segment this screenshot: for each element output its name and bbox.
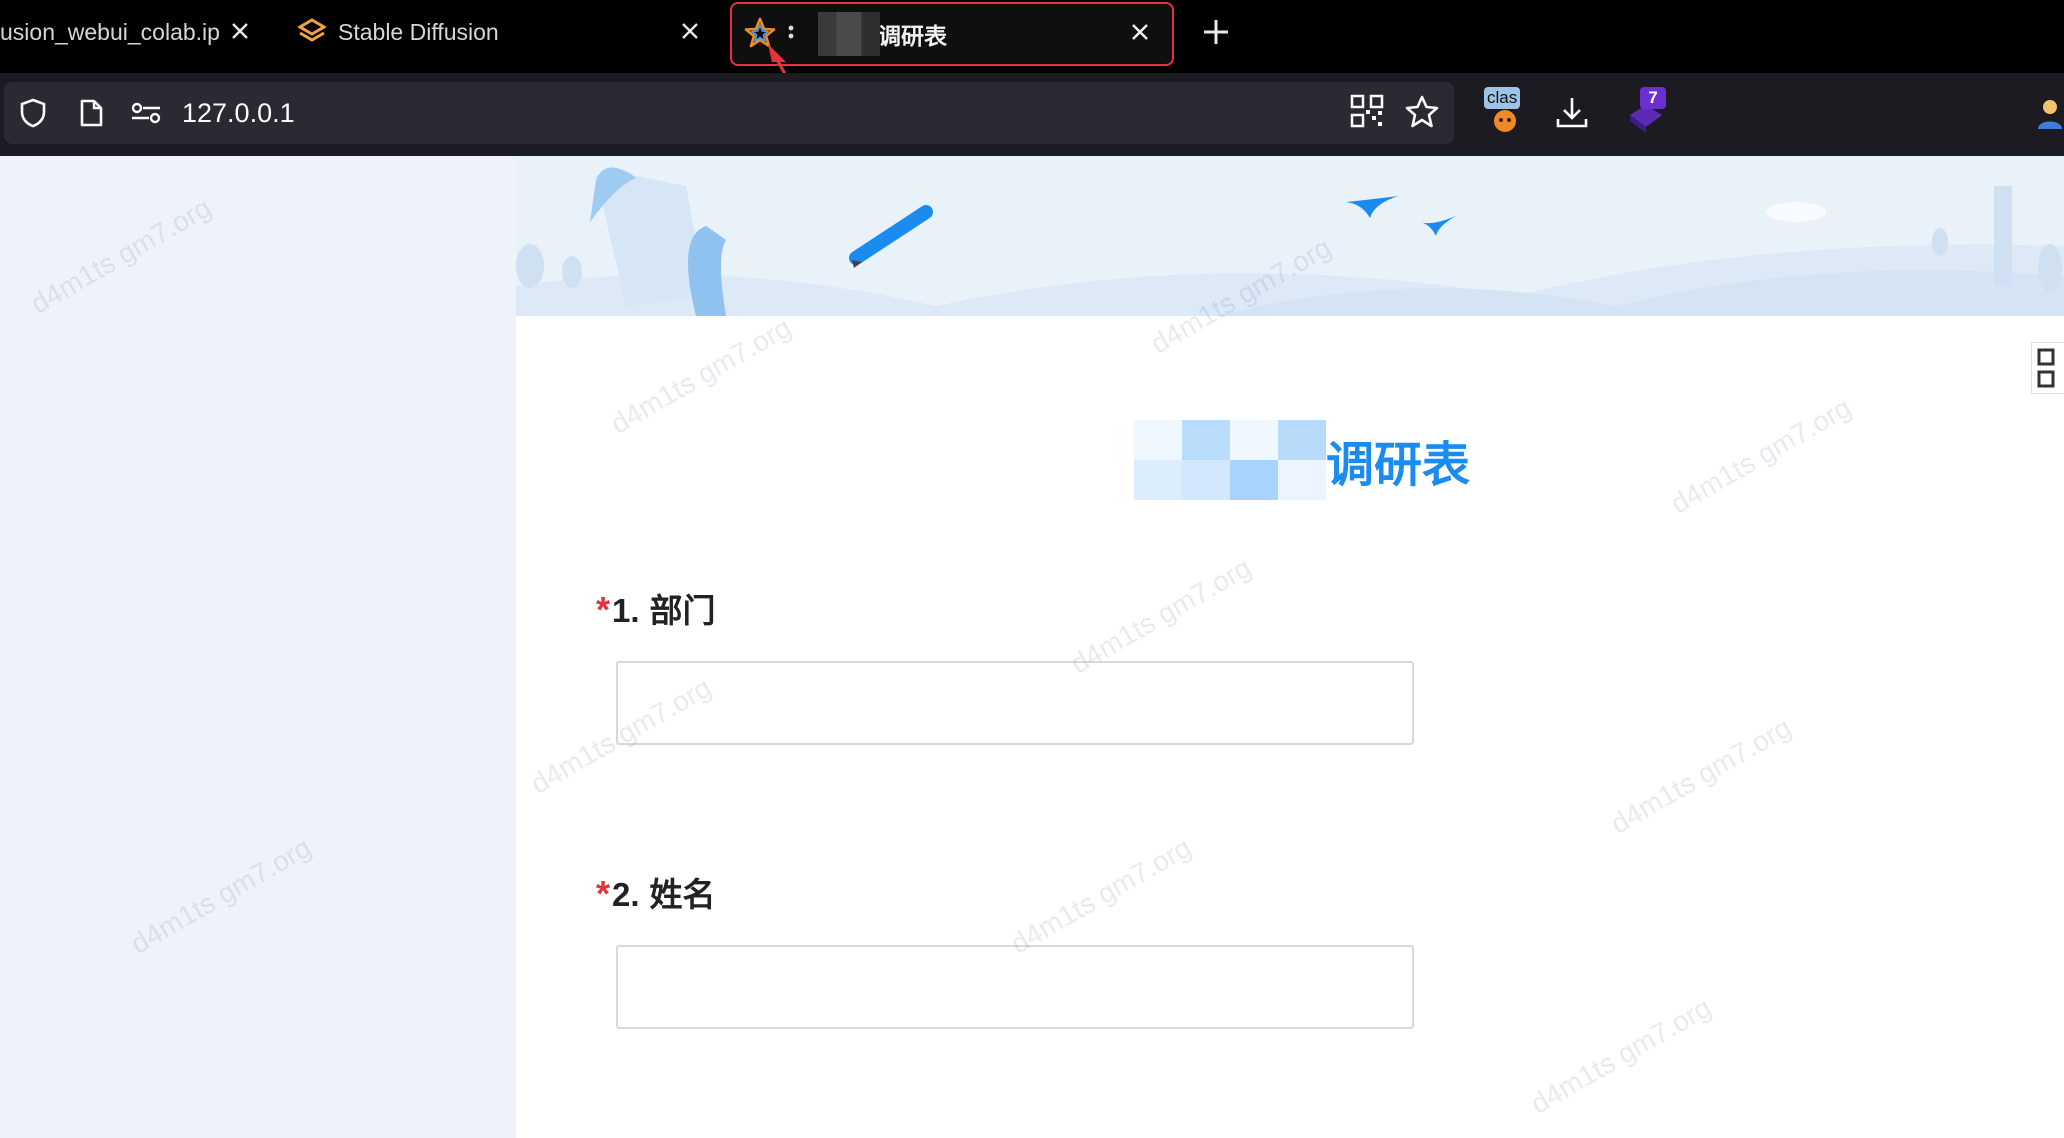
tab-strip: usion_webui_colab.ip Stable Diffusion 调研… <box>0 0 2064 131</box>
tab-colab[interactable]: usion_webui_colab.ip <box>0 0 260 64</box>
department-input[interactable] <box>616 661 1414 745</box>
address-bar[interactable]: 127.0.0.1 <box>4 82 1454 144</box>
qr-code-icon[interactable] <box>1350 94 1390 134</box>
required-mark: * <box>596 873 611 914</box>
url-text: 127.0.0.1 <box>182 98 295 128</box>
permissions-icon[interactable] <box>130 98 161 128</box>
name-input[interactable] <box>616 945 1414 1029</box>
question-number: 1. <box>612 592 640 629</box>
extension-clas-label: clas <box>1484 87 1521 109</box>
new-tab-button[interactable] <box>1196 12 1236 52</box>
question-text: 部门 <box>649 592 716 629</box>
extension-purple-icon[interactable]: 7 <box>1626 87 1666 133</box>
tab-title: 调研表 <box>878 23 947 49</box>
banner-illustration <box>516 167 2064 316</box>
stable-diffusion-favicon-icon <box>297 18 327 52</box>
watermark: d4m1ts gm7.org <box>25 191 217 320</box>
page-icon[interactable] <box>76 98 106 128</box>
qr-small-icon <box>2037 348 2055 388</box>
question-number: 2. <box>612 876 640 913</box>
required-mark: * <box>596 589 611 630</box>
close-icon[interactable] <box>224 15 256 47</box>
fox-avatar-icon <box>1488 109 1522 138</box>
account-avatar-icon[interactable] <box>2036 97 2064 137</box>
header-banner <box>516 156 2064 316</box>
survey-title: 调研表 <box>1134 420 1470 500</box>
survey-title-text: 调研表 <box>1326 439 1471 492</box>
question-text: 姓名 <box>649 876 716 913</box>
tab-title: usion_webui_colab.ip <box>0 18 220 45</box>
bookmark-star-icon[interactable] <box>1404 94 1444 134</box>
qr-side-button[interactable] <box>2031 342 2064 394</box>
question-1-label: * 1. 部门 <box>596 584 716 632</box>
tab-title: Stable Diffusion <box>338 18 499 45</box>
question-2-label: * 2. 姓名 <box>596 868 716 916</box>
extension-badge: 7 <box>1640 87 1666 109</box>
shield-icon[interactable] <box>18 98 48 128</box>
tab-stable-diffusion[interactable]: Stable Diffusion <box>294 0 714 64</box>
watermark: d4m1ts gm7.org <box>125 831 317 960</box>
download-icon[interactable] <box>1554 95 1594 135</box>
extension-clas[interactable]: clas <box>1484 87 1528 132</box>
close-icon[interactable] <box>674 15 706 47</box>
close-icon[interactable] <box>1124 16 1156 48</box>
navigation-toolbar: 127.0.0.1 clas 7 <box>0 73 2064 156</box>
redacted-title-mosaic <box>1134 420 1326 500</box>
